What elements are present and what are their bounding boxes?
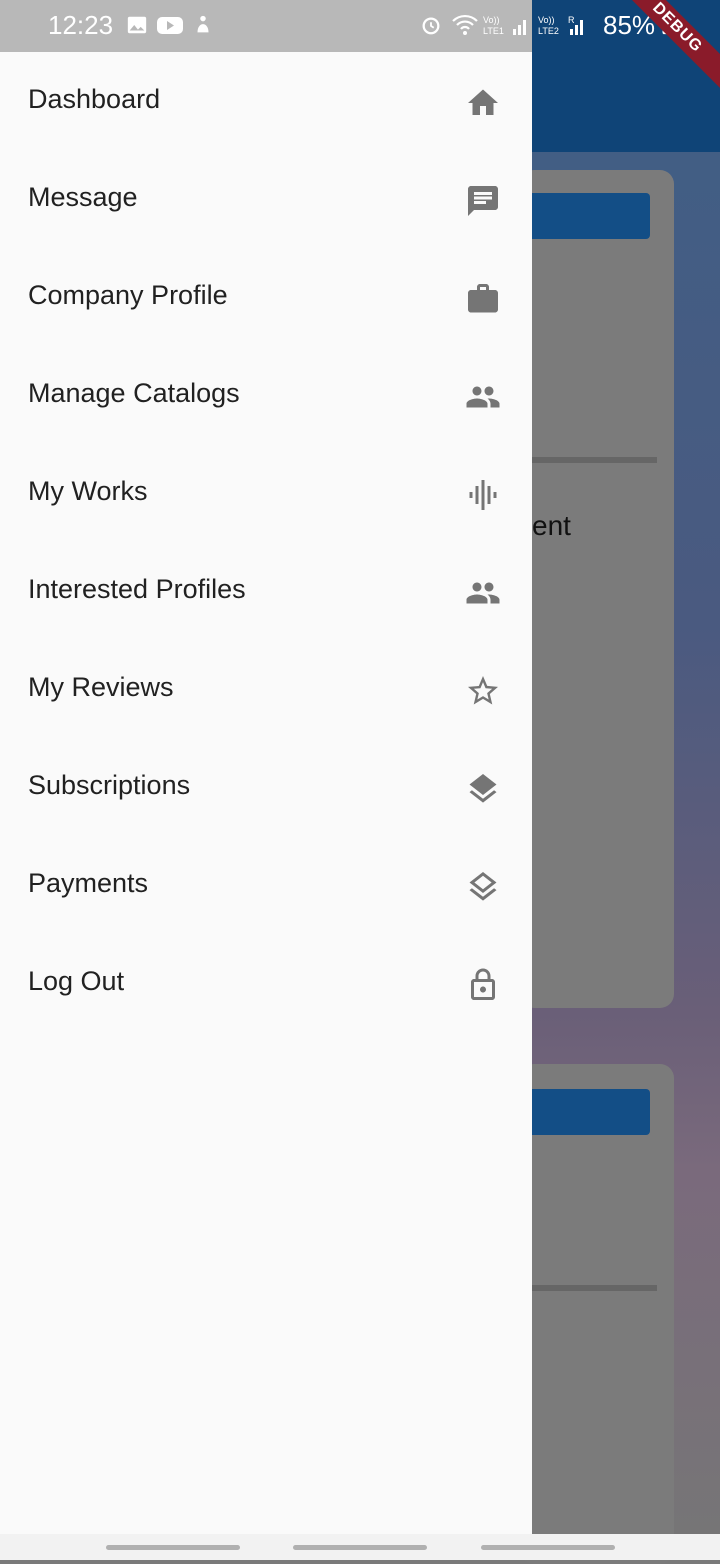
background-card — [520, 1064, 674, 1564]
layers-icon — [465, 869, 501, 905]
lock-icon — [465, 967, 501, 1003]
back-button[interactable] — [481, 1545, 615, 1550]
star-outline-icon — [465, 673, 501, 709]
svg-text:Vo)): Vo)) — [538, 15, 555, 25]
status-bar: 12:23 Vo)) LTE1 Vo)) LTE2 R 85% DEBUG — [0, 0, 720, 90]
svg-text:R: R — [568, 15, 575, 25]
waveform-icon — [465, 477, 501, 513]
background-text: ent — [532, 510, 571, 541]
drawer-item-payments[interactable]: Payments — [0, 836, 532, 934]
layers-icon — [465, 771, 501, 807]
drawer-item-log-out[interactable]: Log Out — [0, 934, 532, 1032]
drawer-item-my-reviews[interactable]: My Reviews — [0, 640, 532, 738]
drawer-item-label: Dashboard — [28, 84, 161, 114]
home-icon — [465, 85, 501, 121]
drawer-item-my-works[interactable]: My Works — [0, 444, 532, 542]
drawer-item-dashboard[interactable]: Dashboard — [0, 52, 532, 150]
drawer-item-label: Payments — [28, 868, 149, 898]
drawer-item-label: My Works — [28, 476, 148, 506]
youtube-icon — [157, 14, 183, 36]
app-icon — [192, 14, 214, 36]
drawer-item-interested-profiles[interactable]: Interested Profiles — [0, 542, 532, 640]
drawer-item-label: Message — [28, 182, 138, 212]
signal-icon: Vo)) LTE2 R — [538, 14, 588, 36]
drawer-item-label: Log Out — [28, 966, 125, 996]
drawer-item-company-profile[interactable]: Company Profile — [0, 248, 532, 346]
navigation-drawer: Dashboard Message Company Profile Manage… — [0, 52, 532, 1534]
background-button — [520, 1089, 650, 1135]
status-time: 12:23 — [48, 10, 114, 40]
svg-text:LTE2: LTE2 — [538, 26, 559, 36]
message-icon — [465, 183, 501, 219]
home-button[interactable] — [293, 1545, 427, 1550]
gallery-icon — [126, 14, 148, 36]
system-navigation-bar — [0, 1534, 720, 1560]
drawer-item-label: Subscriptions — [28, 770, 191, 800]
background-divider — [532, 457, 657, 463]
svg-text:LTE1: LTE1 — [483, 26, 504, 36]
wifi-icon — [452, 14, 478, 36]
people-icon — [465, 379, 501, 415]
drawer-item-label: Manage Catalogs — [28, 378, 240, 408]
alarm-icon — [420, 14, 442, 36]
background-divider — [532, 1285, 657, 1291]
background-button — [520, 193, 650, 239]
recent-apps-button[interactable] — [106, 1545, 240, 1550]
background-card — [520, 170, 674, 1008]
svg-text:Vo)): Vo)) — [483, 15, 500, 25]
drawer-item-label: Company Profile — [28, 280, 228, 310]
people-icon — [465, 575, 501, 611]
briefcase-icon — [465, 281, 501, 317]
drawer-item-message[interactable]: Message — [0, 150, 532, 248]
signal-icon: Vo)) LTE1 — [483, 14, 529, 36]
drawer-item-subscriptions[interactable]: Subscriptions — [0, 738, 532, 836]
drawer-item-manage-catalogs[interactable]: Manage Catalogs — [0, 346, 532, 444]
drawer-item-label: Interested Profiles — [28, 574, 246, 604]
drawer-item-label: My Reviews — [28, 672, 174, 702]
